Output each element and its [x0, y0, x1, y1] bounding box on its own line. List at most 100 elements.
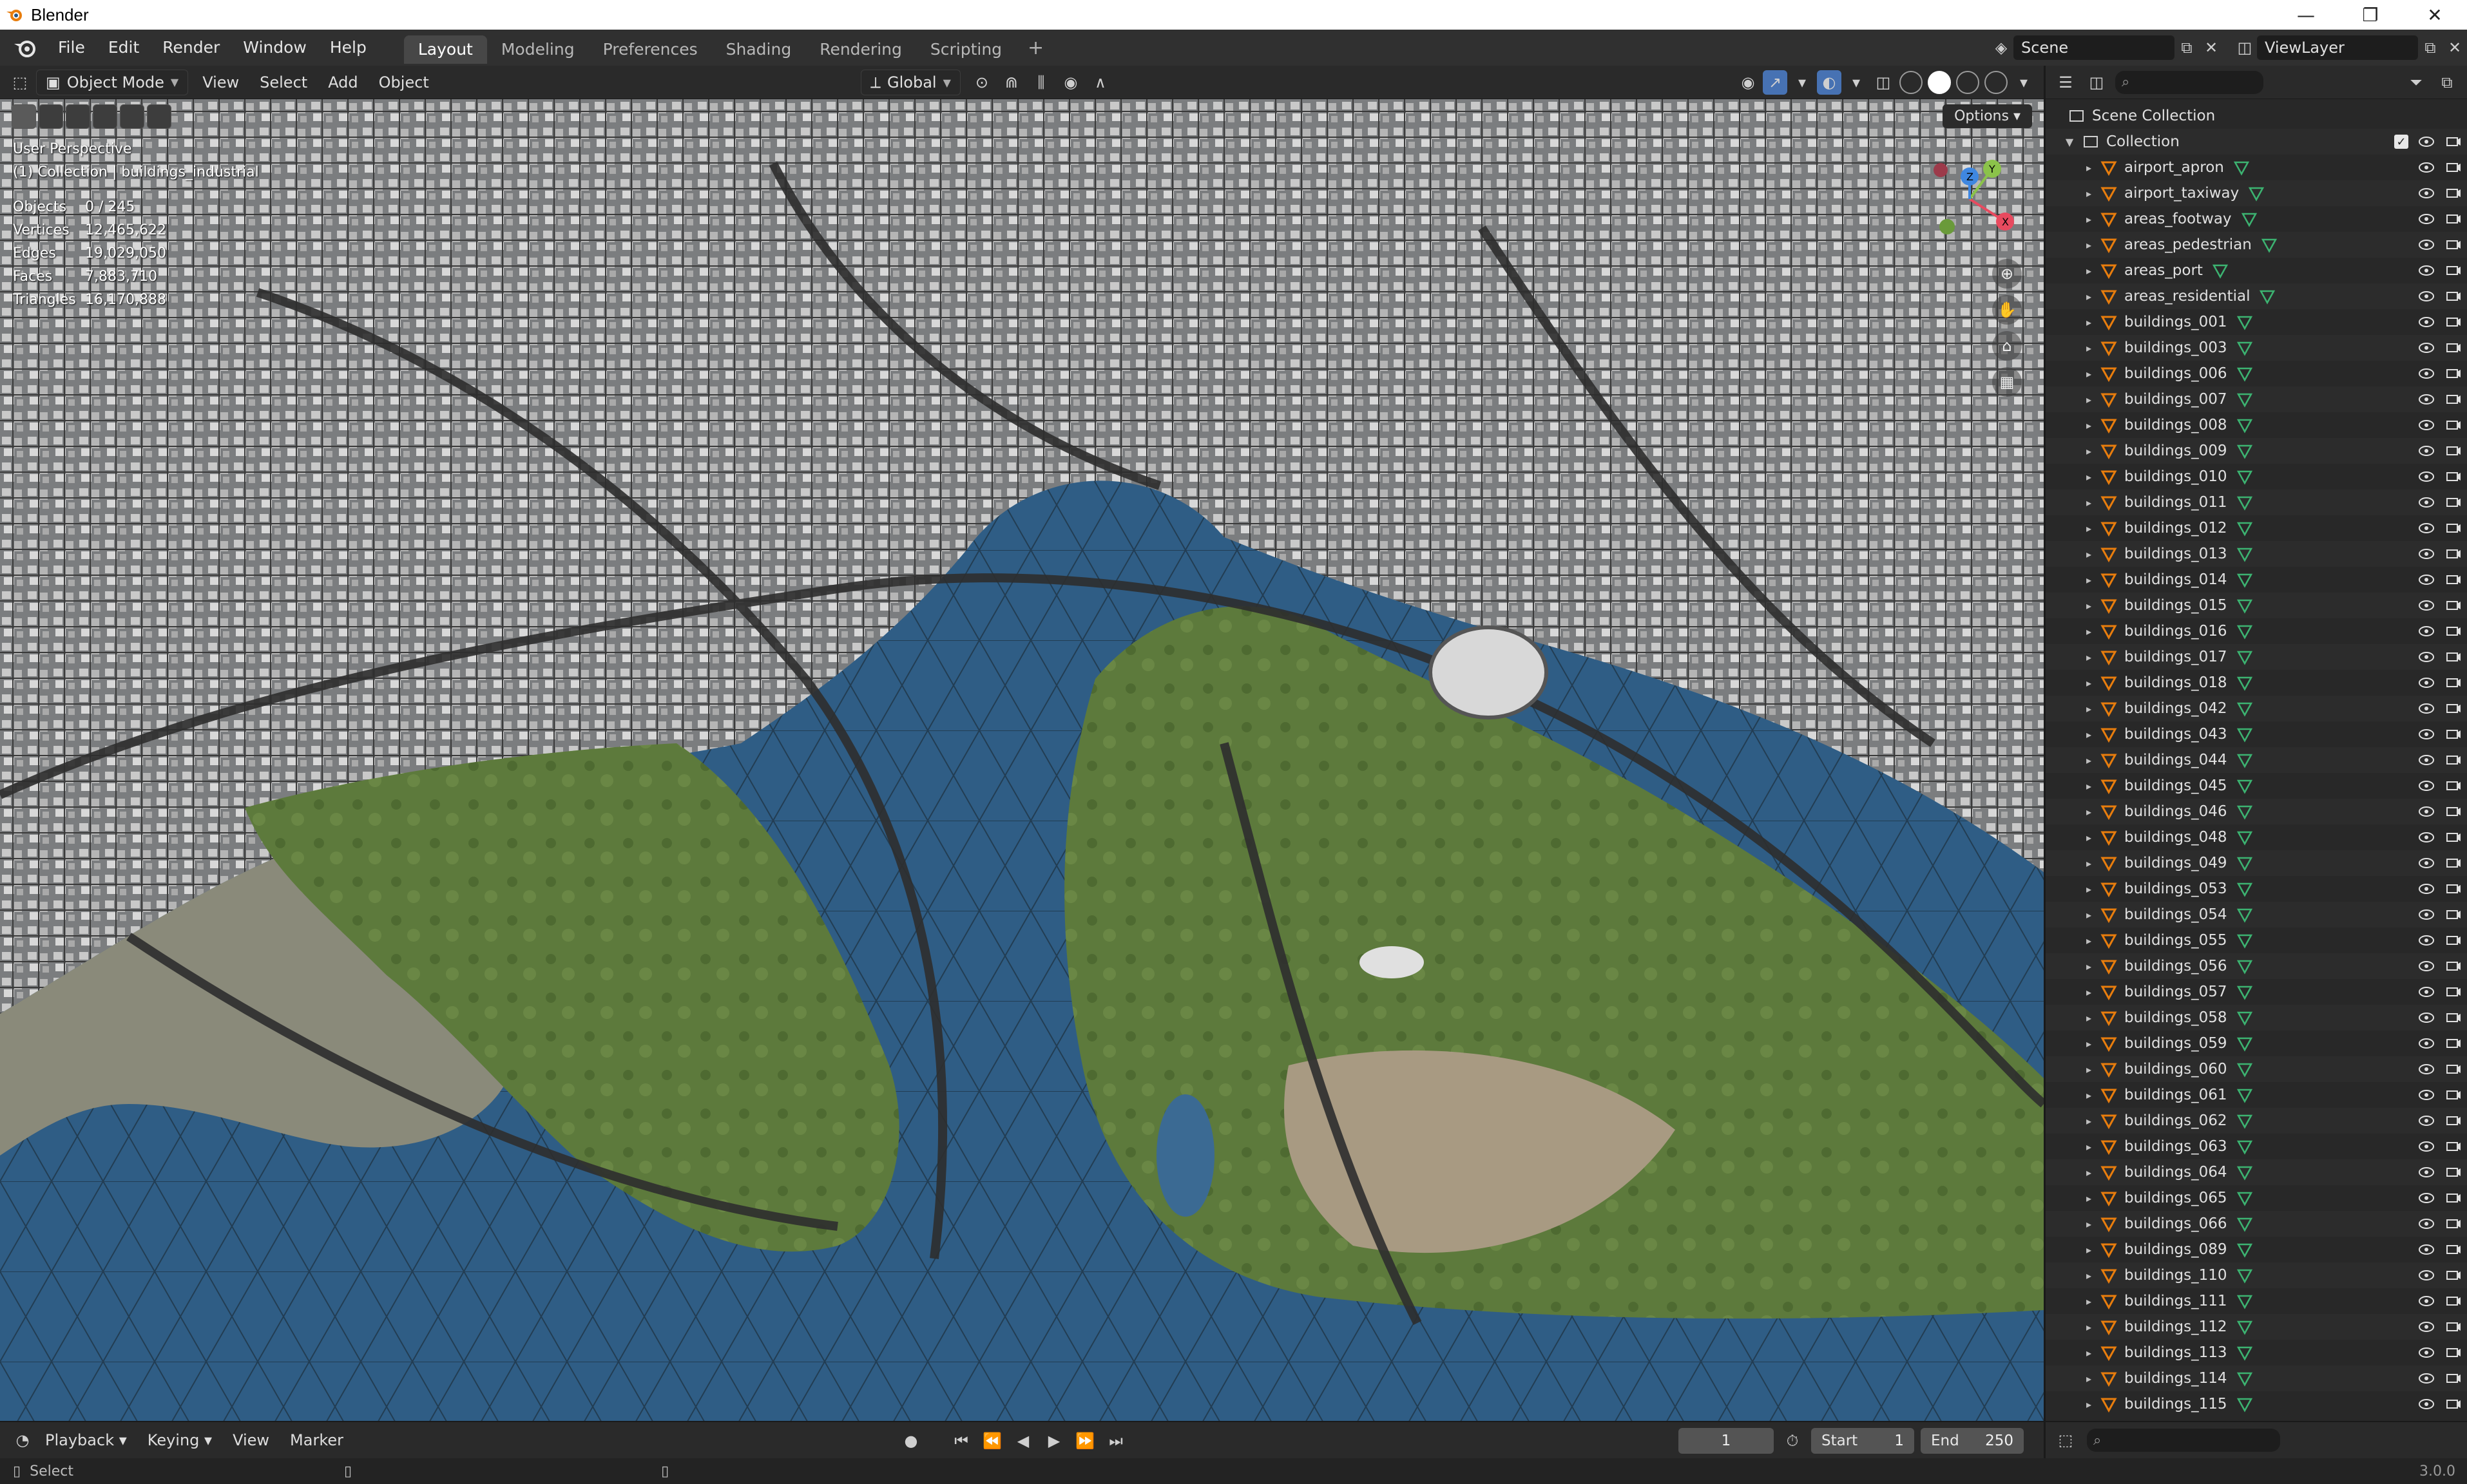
camera-icon[interactable] — [2444, 468, 2462, 486]
menu-object[interactable]: Object — [369, 66, 439, 99]
outliner-object-row[interactable]: ▸ buildings_046 — [2046, 799, 2467, 824]
mesh-data-icon[interactable] — [2233, 159, 2250, 176]
new-collection-icon[interactable]: ⧉ — [2435, 70, 2459, 95]
expand-object-icon[interactable]: ▸ — [2082, 548, 2096, 560]
expand-object-icon[interactable]: ▸ — [2082, 162, 2096, 174]
eye-icon[interactable] — [2417, 1395, 2435, 1413]
outliner-object-row[interactable]: ▸ buildings_001 — [2046, 309, 2467, 335]
mode-dropdown[interactable]: ▣ Object Mode ▼ — [36, 69, 189, 95]
outliner-object-row[interactable]: ▸ buildings_061 — [2046, 1082, 2467, 1108]
camera-icon[interactable] — [2444, 1137, 2462, 1156]
eye-icon[interactable] — [2417, 493, 2435, 511]
camera-icon[interactable] — [2444, 622, 2462, 640]
expand-object-icon[interactable]: ▸ — [2082, 703, 2096, 715]
camera-icon[interactable] — [2444, 571, 2462, 589]
expand-object-icon[interactable]: ▸ — [2082, 625, 2096, 638]
camera-icon[interactable] — [2444, 210, 2462, 228]
jump-keyframe-forward-icon[interactable]: ⏩ — [1073, 1429, 1097, 1453]
mesh-data-icon[interactable] — [2236, 442, 2253, 459]
mesh-data-icon[interactable] — [2236, 906, 2253, 923]
expand-object-icon[interactable]: ▸ — [2082, 754, 2096, 766]
outliner-object-row[interactable]: ▸ buildings_011 — [2046, 490, 2467, 515]
eye-icon[interactable] — [2417, 648, 2435, 666]
camera-icon[interactable] — [2444, 725, 2462, 743]
solid-shading-icon[interactable] — [1928, 71, 1951, 94]
camera-view-icon[interactable]: ⌂ — [1992, 331, 2022, 361]
tab-modeling[interactable]: Modeling — [487, 35, 589, 64]
tab-shading[interactable]: Shading — [712, 35, 806, 64]
outliner-object-row[interactable]: ▸ buildings_048 — [2046, 824, 2467, 850]
new-viewlayer-icon[interactable]: ⧉ — [2418, 35, 2443, 60]
3d-viewport[interactable]: User Perspective (1) Collection | buildi… — [0, 99, 2044, 1421]
outliner-editor-type-icon[interactable]: ☰ — [2053, 70, 2078, 95]
play-icon[interactable]: ▶ — [1042, 1429, 1066, 1453]
expand-object-icon[interactable]: ▸ — [2082, 1398, 2096, 1411]
tab-scripting[interactable]: Scripting — [916, 35, 1016, 64]
expand-object-icon[interactable]: ▸ — [2082, 1321, 2096, 1333]
start-frame-field[interactable]: Start 1 — [1811, 1428, 1914, 1454]
outliner-object-row[interactable]: ▸ buildings_057 — [2046, 979, 2467, 1005]
camera-icon[interactable] — [2444, 931, 2462, 949]
select-box-tool-icon[interactable] — [12, 104, 36, 129]
mesh-data-icon[interactable] — [2236, 880, 2253, 897]
pan-hand-icon[interactable]: ✋ — [1992, 295, 2022, 325]
collection-row[interactable]: ▼ Collection ✓ — [2046, 129, 2467, 155]
mesh-data-icon[interactable] — [2236, 752, 2253, 768]
eye-icon[interactable] — [2417, 287, 2435, 305]
camera-icon[interactable] — [2444, 365, 2462, 383]
xray-toggle-icon[interactable]: ◫ — [1871, 70, 1896, 95]
eye-icon[interactable] — [2417, 1215, 2435, 1233]
expand-object-icon[interactable]: ▸ — [2082, 728, 2096, 741]
mesh-data-icon[interactable] — [2236, 1241, 2253, 1258]
display-mode-icon[interactable]: ◫ — [2084, 70, 2109, 95]
mesh-data-icon[interactable] — [2236, 984, 2253, 1000]
eye-icon[interactable] — [2417, 1163, 2435, 1181]
outliner-object-row[interactable]: ▸ buildings_016 — [2046, 618, 2467, 644]
expand-object-icon[interactable]: ▸ — [2082, 677, 2096, 689]
expand-object-icon[interactable]: ▸ — [2082, 213, 2096, 225]
camera-icon[interactable] — [2444, 906, 2462, 924]
tab-preferences[interactable]: Preferences — [589, 35, 712, 64]
camera-icon[interactable] — [2444, 416, 2462, 434]
camera-icon[interactable] — [2444, 1318, 2462, 1336]
gizmo-toggle-icon[interactable]: ↗ — [1763, 70, 1787, 95]
mesh-data-icon[interactable] — [2236, 1061, 2253, 1078]
mesh-data-icon[interactable] — [2236, 623, 2253, 640]
camera-icon[interactable] — [2444, 519, 2462, 537]
mesh-data-icon[interactable] — [2236, 546, 2253, 562]
outliner-object-row[interactable]: ▸ buildings_089 — [2046, 1237, 2467, 1262]
expand-collection-icon[interactable]: ▼ — [2062, 136, 2077, 148]
outliner-search-input[interactable]: ⌕ — [2115, 70, 2263, 94]
expand-object-icon[interactable]: ▸ — [2082, 1063, 2096, 1076]
eye-icon[interactable] — [2417, 1112, 2435, 1130]
eye-icon[interactable] — [2417, 906, 2435, 924]
wireframe-shading-icon[interactable] — [1899, 71, 1923, 94]
expand-object-icon[interactable]: ▸ — [2082, 316, 2096, 328]
outliner-object-row[interactable]: ▸ buildings_055 — [2046, 928, 2467, 953]
proportional-edit-icon[interactable]: ◉ — [1059, 70, 1083, 95]
expand-object-icon[interactable]: ▸ — [2082, 239, 2096, 251]
eye-icon[interactable] — [2417, 1189, 2435, 1207]
mesh-data-icon[interactable] — [2236, 597, 2253, 614]
perspective-toggle-icon[interactable]: ▦ — [1992, 367, 2022, 397]
filter-icon[interactable]: ⏷ — [2404, 70, 2428, 95]
outliner-object-row[interactable]: ▸ airport_taxiway — [2046, 180, 2467, 206]
camera-icon[interactable] — [2444, 158, 2462, 176]
outliner-object-row[interactable]: ▸ buildings_009 — [2046, 438, 2467, 464]
outliner-object-row[interactable]: ▸ buildings_006 — [2046, 361, 2467, 386]
eye-icon[interactable] — [2417, 1292, 2435, 1310]
outliner-object-row[interactable]: ▸ buildings_003 — [2046, 335, 2467, 361]
mesh-data-icon[interactable] — [2236, 1344, 2253, 1361]
outliner-object-row[interactable]: ▸ buildings_114 — [2046, 1365, 2467, 1391]
viewlayer-name-field[interactable]: ViewLayer — [2257, 35, 2418, 60]
outliner-object-row[interactable]: ▸ buildings_054 — [2046, 902, 2467, 928]
delete-scene-icon[interactable]: ✕ — [2199, 35, 2223, 60]
outliner-object-row[interactable]: ▸ buildings_008 — [2046, 412, 2467, 438]
eye-icon[interactable] — [2417, 777, 2435, 795]
snap-target-icon[interactable]: ⫼ — [1029, 70, 1053, 95]
camera-icon[interactable] — [2444, 1344, 2462, 1362]
mesh-data-icon[interactable] — [2236, 700, 2253, 717]
outliner-object-row[interactable]: ▸ airport_apron — [2046, 155, 2467, 180]
outliner-object-row[interactable]: ▸ buildings_056 — [2046, 953, 2467, 979]
new-scene-icon[interactable]: ⧉ — [2174, 35, 2199, 60]
